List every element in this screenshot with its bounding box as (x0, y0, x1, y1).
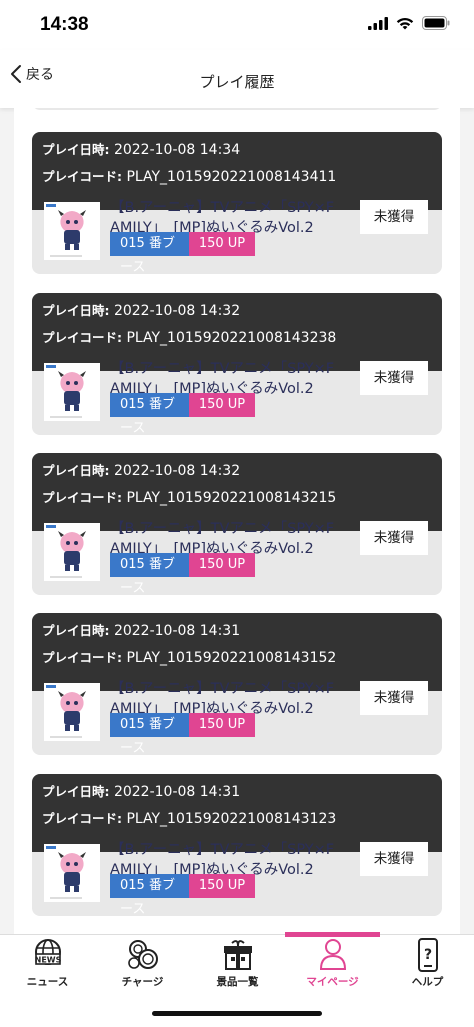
acquisition-status-button[interactable]: 未獲得 (360, 200, 428, 234)
home-indicator (152, 1011, 322, 1016)
booth-tag: 015 番ブース (110, 713, 189, 755)
history-card: プレイ日時: 2022-10-08 14:31 プレイコード: PLAY_101… (32, 774, 442, 916)
play-date-value: 2022-10-08 14:32 (113, 463, 241, 479)
play-date-row: プレイ日時: 2022-10-08 14:32 (42, 457, 432, 484)
play-code-value: PLAY_1015920221008143123 (126, 811, 337, 827)
play-code-value: PLAY_1015920221008143152 (126, 650, 337, 666)
tab-label: 景品一覧 (216, 976, 259, 988)
play-code-label: プレイコード: (42, 169, 122, 184)
play-code-row: プレイコード: PLAY_1015920221008143411 (42, 163, 432, 190)
product-thumbnail (44, 202, 100, 260)
signal-icon (368, 16, 388, 30)
history-card: プレイ日時: 2022-10-08 14:31 プレイコード: PLAY_101… (32, 613, 442, 755)
svg-text:?: ? (423, 947, 431, 963)
gift-box-icon (223, 940, 252, 970)
previous-card-edge (32, 108, 442, 110)
play-code-label: プレイコード: (42, 490, 122, 505)
play-date-label: プレイ日時: (42, 623, 110, 638)
product-name-line: 【B.アーニャ】TVアニメ「SPY×F (110, 521, 335, 537)
card-body: 【B.アーニャ】TVアニメ「SPY×F AMILY」 [MP]ぬいぐるみVol.… (32, 200, 442, 274)
play-date-row: プレイ日時: 2022-10-08 14:31 (42, 778, 432, 805)
product-tags: 015 番ブース 150 UP (110, 553, 255, 595)
booth-tag: 015 番ブース (110, 232, 189, 274)
card-body: 【B.アーニャ】TVアニメ「SPY×F AMILY」 [MP]ぬいぐるみVol.… (32, 681, 442, 755)
booth-tag: 015 番ブース (110, 874, 189, 916)
tab-help[interactable]: ? ヘルプ (380, 937, 474, 997)
play-date-value: 2022-10-08 14:32 (113, 303, 241, 319)
play-code-row: プレイコード: PLAY_1015920221008143152 (42, 644, 432, 671)
play-code-label: プレイコード: (42, 330, 122, 345)
battery-icon (422, 16, 450, 30)
history-card: プレイ日時: 2022-10-08 14:32 プレイコード: PLAY_101… (32, 453, 442, 595)
product-name-line: 【B.アーニャ】TVアニメ「SPY×F (110, 200, 335, 216)
play-date-label: プレイ日時: (42, 463, 110, 478)
status-bar: 14:38 (0, 0, 474, 50)
play-code-row: プレイコード: PLAY_1015920221008143238 (42, 324, 432, 351)
history-card: プレイ日時: 2022-10-08 14:34 プレイコード: PLAY_101… (32, 132, 442, 274)
product-thumbnail (44, 363, 100, 421)
user-icon (319, 939, 346, 970)
wifi-icon (396, 17, 414, 29)
play-date-row: プレイ日時: 2022-10-08 14:32 (42, 297, 432, 324)
points-tag: 150 UP (189, 874, 255, 898)
status-time: 14:38 (40, 14, 89, 35)
product-name-line: 【B.アーニャ】TVアニメ「SPY×F (110, 361, 335, 377)
tab-mypage[interactable]: マイページ (285, 937, 380, 997)
tab-label: マイページ (306, 976, 359, 988)
play-code-label: プレイコード: (42, 811, 122, 826)
product-thumbnail (44, 844, 100, 902)
points-tag: 150 UP (189, 232, 255, 256)
play-history-list[interactable]: プレイ日時: 2022-10-08 14:34 プレイコード: PLAY_101… (14, 108, 460, 934)
tab-news[interactable]: NEWS ニュース (0, 937, 95, 997)
tab-label: ヘルプ (411, 976, 444, 988)
booth-tag: 015 番ブース (110, 393, 189, 435)
product-tags: 015 番ブース 150 UP (110, 874, 255, 916)
points-tag: 150 UP (189, 713, 255, 737)
product-tags: 015 番ブース 150 UP (110, 232, 255, 274)
acquisition-status-button[interactable]: 未獲得 (360, 681, 428, 715)
tab-label: ニュース (26, 976, 69, 988)
play-code-row: プレイコード: PLAY_1015920221008143123 (42, 805, 432, 832)
card-body: 【B.アーニャ】TVアニメ「SPY×F AMILY」 [MP]ぬいぐるみVol.… (32, 361, 442, 435)
points-tag: 150 UP (189, 393, 255, 417)
play-code-value: PLAY_1015920221008143238 (126, 330, 337, 346)
play-date-value: 2022-10-08 14:31 (113, 623, 241, 639)
page-title: プレイ履歴 (199, 73, 275, 91)
play-code-value: PLAY_1015920221008143411 (126, 169, 337, 185)
play-date-label: プレイ日時: (42, 784, 110, 799)
play-date-label: プレイ日時: (42, 303, 110, 318)
points-tag: 150 UP (189, 553, 255, 577)
play-code-value: PLAY_1015920221008143215 (126, 490, 337, 506)
tab-prizes[interactable]: 景品一覧 (190, 937, 285, 997)
play-date-value: 2022-10-08 14:31 (113, 784, 241, 800)
play-date-label: プレイ日時: (42, 142, 110, 157)
product-thumbnail (44, 683, 100, 741)
product-tags: 015 番ブース 150 UP (110, 393, 255, 435)
product-tags: 015 番ブース 150 UP (110, 713, 255, 755)
acquisition-status-button[interactable]: 未獲得 (360, 361, 428, 395)
play-date-row: プレイ日時: 2022-10-08 14:34 (42, 136, 432, 163)
card-body: 【B.アーニャ】TVアニメ「SPY×F AMILY」 [MP]ぬいぐるみVol.… (32, 842, 442, 916)
product-name-line: 【B.アーニャ】TVアニメ「SPY×F (110, 842, 335, 858)
coins-icon (127, 940, 158, 969)
history-card: プレイ日時: 2022-10-08 14:32 プレイコード: PLAY_101… (32, 293, 442, 435)
card-body: 【B.アーニャ】TVアニメ「SPY×F AMILY」 [MP]ぬいぐるみVol.… (32, 521, 442, 595)
product-thumbnail (44, 523, 100, 581)
tab-charge[interactable]: チャージ (95, 937, 190, 997)
play-date-value: 2022-10-08 14:34 (113, 142, 241, 158)
play-code-row: プレイコード: PLAY_1015920221008143215 (42, 484, 432, 511)
status-icons (368, 16, 450, 30)
help-phone-icon: ? (417, 938, 438, 972)
booth-tag: 015 番ブース (110, 553, 189, 595)
play-code-label: プレイコード: (42, 650, 122, 665)
news-globe-icon: NEWS (34, 939, 61, 965)
acquisition-status-button[interactable]: 未獲得 (360, 842, 428, 876)
acquisition-status-button[interactable]: 未獲得 (360, 521, 428, 555)
product-name-line: 【B.アーニャ】TVアニメ「SPY×F (110, 681, 335, 697)
navigation-bar: 戻る プレイ履歴 (0, 50, 474, 108)
tab-label: チャージ (121, 976, 164, 988)
play-date-row: プレイ日時: 2022-10-08 14:31 (42, 617, 432, 644)
svg-text:NEWS: NEWS (34, 956, 61, 965)
